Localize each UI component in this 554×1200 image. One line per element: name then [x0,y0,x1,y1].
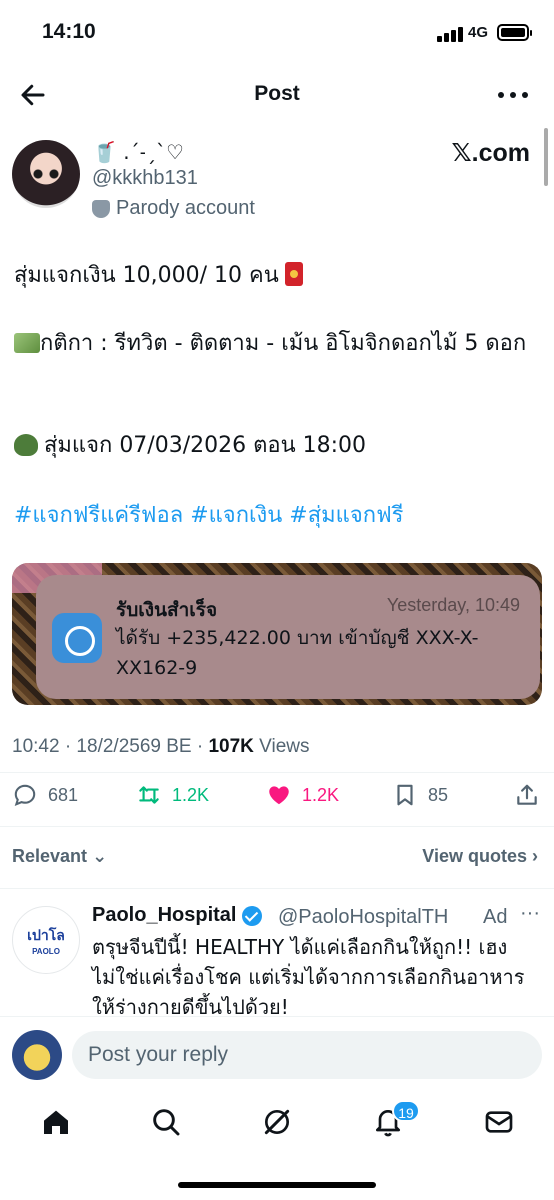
bank-app-icon [52,613,102,663]
author-handle[interactable]: @kkkhb131 [92,167,198,190]
ad-more-icon[interactable]: ··· [520,902,540,925]
hashtags[interactable]: #แจกฟรีแค่รีฟอล #แจกเงิน #สุ่มแจกฟรี [14,499,534,533]
share-button[interactable] [514,782,540,808]
view-quotes-link[interactable]: View quotes › [422,846,538,867]
home-icon[interactable] [40,1106,72,1138]
media-image[interactable]: รับเงินสำเร็จ Yesterday, 10:49 ได้รับ +2… [12,563,542,705]
tweet-line-1: สุ่มแจกเงิน 10,000/ 10 คน [14,259,534,293]
ad-avatar[interactable]: เปาโล PAOLO [12,906,80,974]
heart-icon [269,786,289,805]
share-icon [517,784,537,805]
bank-notification: รับเงินสำเร็จ Yesterday, 10:49 ได้รับ +2… [36,575,540,699]
money-wings-icon [14,333,40,353]
like-count: 1.2K [302,784,340,805]
tweet-line-2: กติกา : รีทวิต - ติดตาม - เม้น อิโมจิกดอ… [14,327,534,361]
page-title: Post [254,82,300,105]
watermark: 𝕏.com [451,139,531,167]
ad-handle[interactable]: @PaoloHospitalTH [278,906,448,929]
views-count: 107K [208,736,254,757]
money-bag-icon [14,434,38,456]
red-envelope-icon [284,262,303,286]
repost-button[interactable]: 1.2K [136,782,209,808]
divider [0,772,554,773]
ad-logo-text: เปาโล [27,927,65,944]
ad-logo-subtext: PAOLO [32,946,60,956]
ad-author-name: Paolo_Hospital [92,904,237,926]
status-time: 14:10 [42,20,96,43]
repost-icon [139,786,159,804]
view-quotes-label: View quotes [422,846,527,866]
repost-count: 1.2K [172,784,210,805]
home-indicator[interactable] [178,1182,376,1188]
display-name[interactable]: 🥤 .ˊ˗ˏˋ♡ [92,140,184,164]
tweet-line-2-text: กติกา : รีทวิต - ติดตาม - เม้น อิโมจิกดอ… [40,331,527,356]
divider [0,888,554,889]
scrollbar[interactable] [544,128,548,186]
sort-label: Relevant [12,846,88,866]
tweet-line-3: สุ่มแจก 07/03/2026 ตอน 18:00 [14,429,534,463]
like-button[interactable]: 1.2K [266,782,339,808]
notification-badge: 19 [392,1100,420,1122]
avatar[interactable] [12,140,80,208]
reply-count: 681 [48,784,79,805]
notification-title: รับเงินสำเร็จ [116,599,218,621]
tweet-line-1-text: สุ่มแจกเงิน 10,000/ 10 คน [14,263,279,288]
bookmark-button[interactable]: 85 [392,782,448,808]
ad-tag: Ad [483,906,508,928]
bookmark-icon [397,784,413,806]
notification-body: ได้รับ +235,422.00 บาท เข้าบัญชี XXX-X-X… [116,627,479,679]
reply-input[interactable] [72,1031,542,1079]
battery-icon [497,24,532,41]
chevron-right-icon: › [532,846,538,866]
mail-icon[interactable] [483,1106,515,1138]
action-bar: 681 1.2K 1.2K 85 [12,782,542,814]
bookmark-count: 85 [428,784,449,805]
reply-bar [0,1016,554,1092]
post-meta: 10:42 · 18/2/2569 BE · 107K Views [12,736,310,758]
ad-text: ตรุษจีนปีนี้! HEALTHY ได้แค่เลือกกินให้ถ… [92,935,525,1019]
header: Post [0,66,554,122]
search-icon[interactable] [150,1106,182,1138]
notification-time: Yesterday, 10:49 [386,595,520,615]
divider [0,826,554,827]
status-bar: 14:10 4G [0,0,554,66]
tweet-line-3-text: สุ่มแจก 07/03/2026 ตอน 18:00 [44,433,367,458]
network-type: 4G [468,24,489,41]
parody-label: Parody account [92,197,255,220]
parody-label-text: Parody account [116,197,255,219]
grok-icon[interactable] [261,1106,293,1138]
timestamp: 10:42 · 18/2/2569 BE · [12,736,209,757]
sort-dropdown[interactable]: Relevant ⌄ [12,846,107,867]
my-avatar[interactable] [12,1030,62,1080]
mask-icon [92,199,110,218]
more-icon[interactable] [498,80,528,110]
signal-icon [437,26,465,42]
reply-button[interactable]: 681 [12,782,78,808]
chevron-down-icon: ⌄ [92,846,108,866]
ad-author[interactable]: Paolo_Hospital [92,904,263,927]
reply-icon [14,784,36,806]
verified-badge-icon [242,905,263,926]
views-label: Views [253,736,310,757]
